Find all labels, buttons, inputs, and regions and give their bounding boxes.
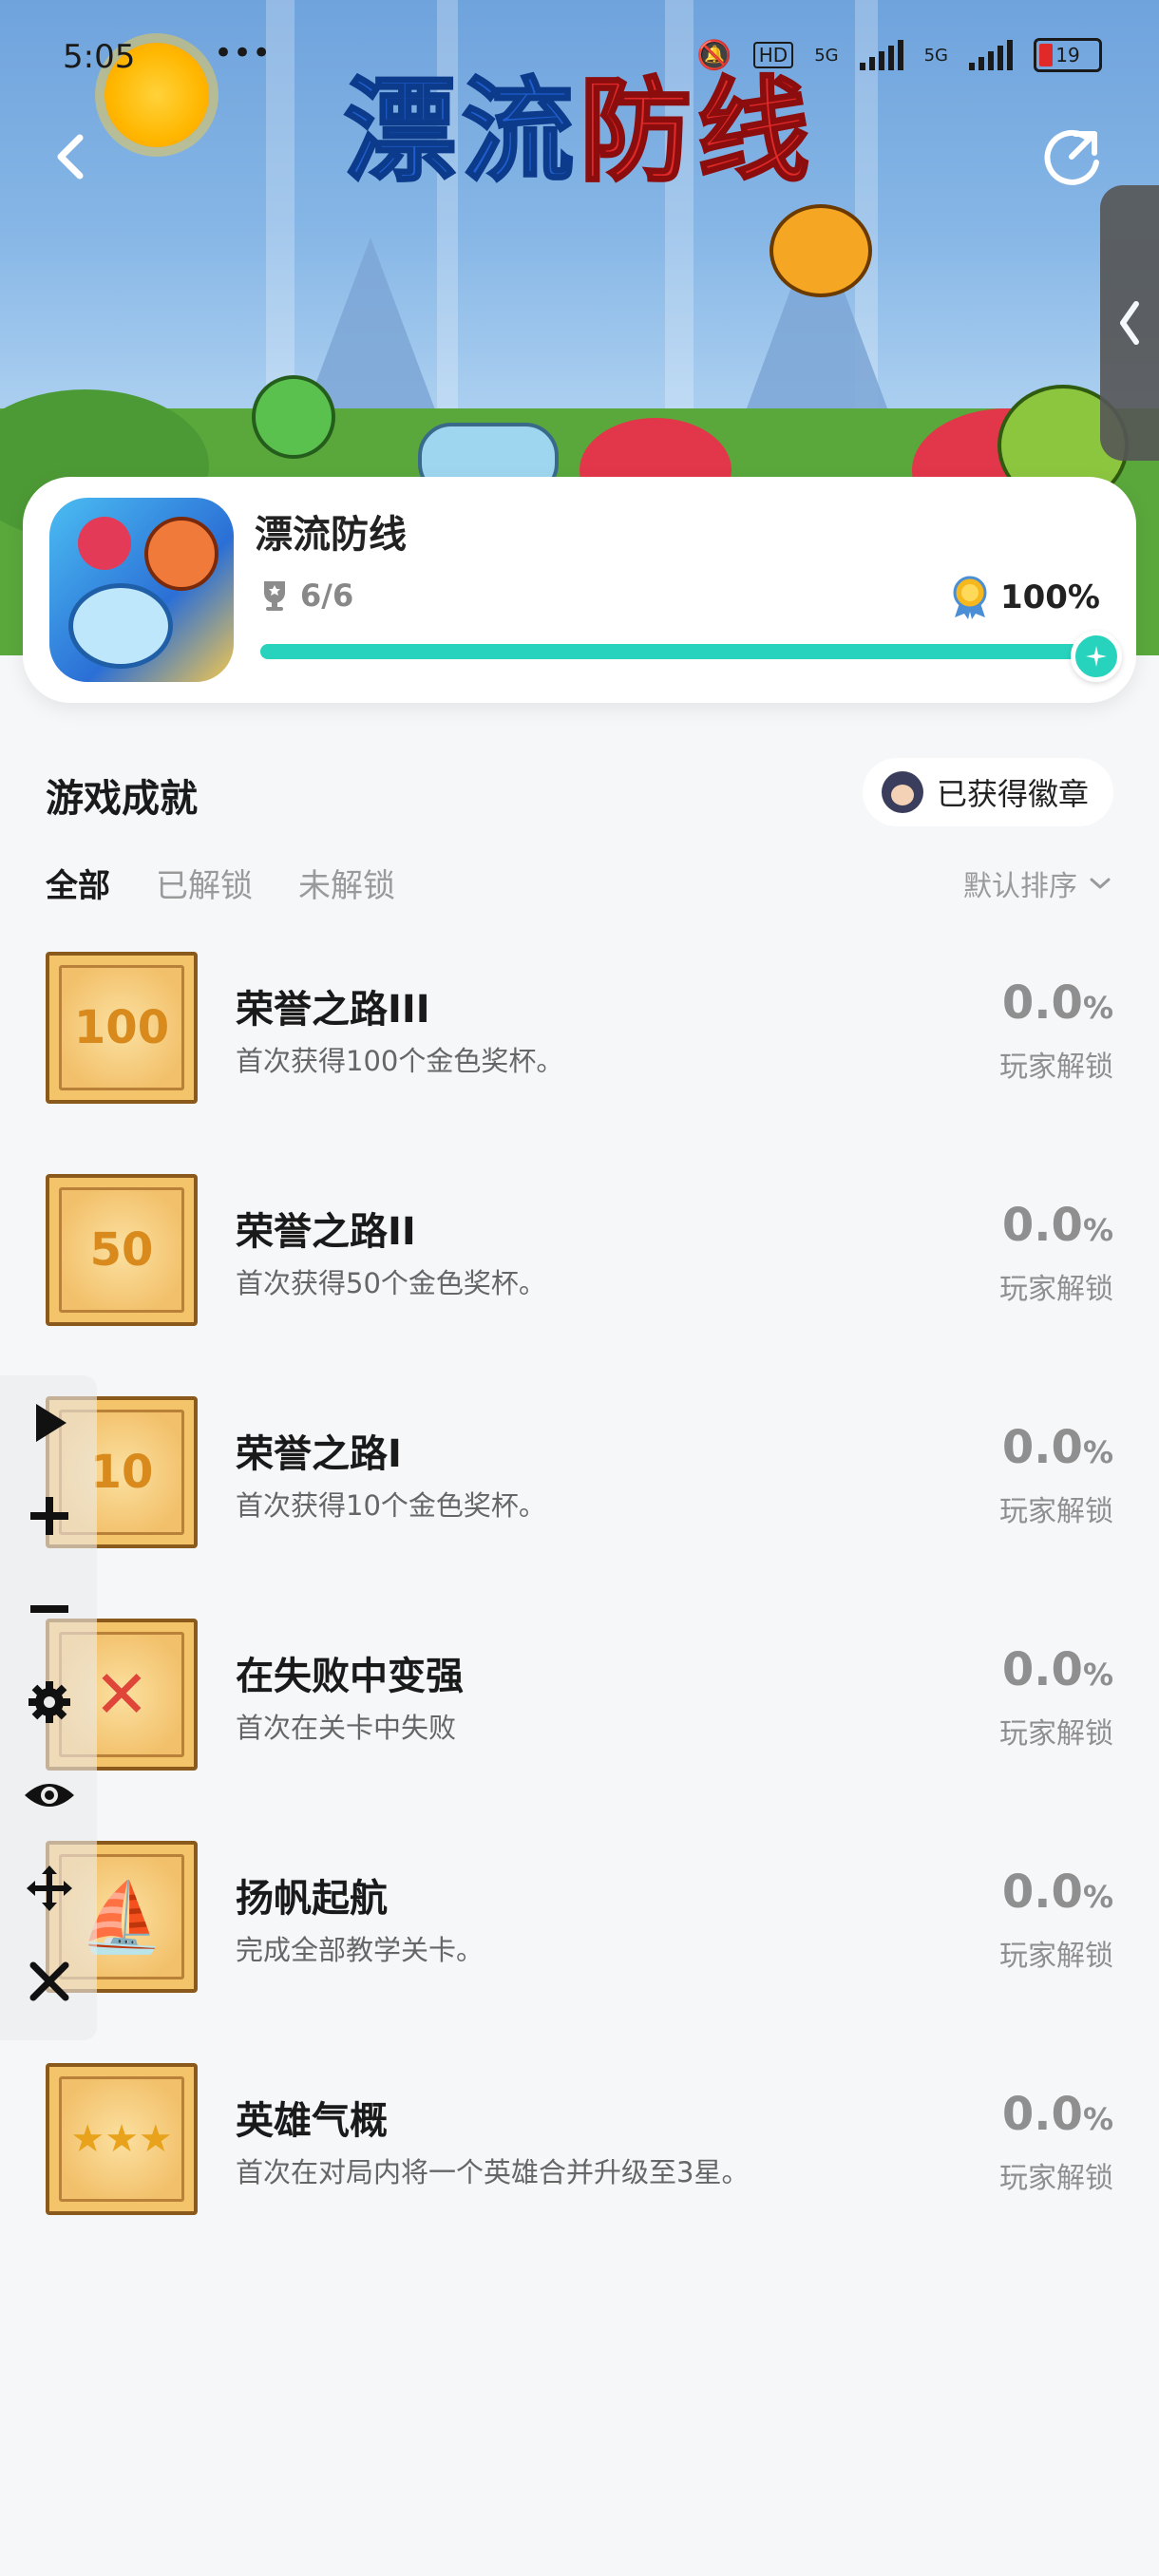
achievement-unlock-label: 玩家解锁: [999, 1051, 1113, 1084]
network-label-1: 5G: [814, 45, 839, 66]
zoom-in-button[interactable]: [21, 1487, 78, 1544]
move-button[interactable]: [21, 1860, 78, 1917]
minus-icon: [30, 1605, 68, 1613]
achievement-unlock-rate: 0.0%: [1001, 1866, 1113, 1919]
gear-icon: [28, 1681, 70, 1723]
achievement-item[interactable]: ★★★ 英雄气概 首次在对局内将一个英雄合并升级至3星。 0.0% 玩家解锁: [46, 2063, 1113, 2217]
achievement-filter-tabs: 全部 已解锁 未解锁: [46, 860, 395, 906]
trophy-100-icon: 100: [73, 1001, 170, 1054]
tab-unlocked[interactable]: 已解锁: [156, 860, 253, 906]
close-button[interactable]: [21, 1953, 78, 2010]
completion-value: 100%: [999, 578, 1100, 616]
achievement-title: 在失败中变强: [236, 1655, 464, 1698]
trophy-count-value: 6/6: [300, 578, 354, 614]
achievement-unlock-label: 玩家解锁: [999, 1495, 1113, 1528]
earned-badges-button[interactable]: 已获得徽章: [862, 758, 1113, 826]
achievement-item[interactable]: ⛵ 扬帆起航 完成全部教学关卡。 0.0% 玩家解锁: [46, 1841, 1113, 1995]
status-time: 5:05: [63, 38, 136, 76]
trophy-count: 6/6: [260, 578, 353, 614]
tab-locked[interactable]: 未解锁: [298, 860, 395, 906]
achievement-description: 完成全部教学关卡。: [236, 1934, 484, 1966]
eye-icon: [25, 1784, 74, 1807]
signal-icon: [969, 40, 1013, 70]
chevron-left-icon: [57, 134, 84, 180]
chevron-down-icon: [1090, 878, 1111, 889]
achievement-unlock-label: 玩家解锁: [999, 2162, 1113, 2195]
achievement-item[interactable]: 10 荣誉之路I 首次获得10个金色奖杯。 0.0% 玩家解锁: [46, 1396, 1113, 1550]
game-app-icon: [49, 498, 234, 682]
achievement-unlock-rate: 0.0%: [1001, 2088, 1113, 2141]
play-icon: [36, 1404, 66, 1442]
achievement-unlock-rate: 0.0%: [1001, 1199, 1113, 1252]
achievement-description: 首次在对局内将一个英雄合并升级至3星。: [236, 2156, 750, 2188]
achievement-badge-icon: 100: [46, 952, 198, 1104]
network-label-2: 5G: [923, 45, 948, 66]
move-icon: [27, 1866, 72, 1911]
signal-icon: [859, 40, 903, 70]
achievement-description: 首次获得100个金色奖杯。: [236, 1045, 564, 1077]
progress-fill: [260, 644, 1096, 659]
achievement-item[interactable]: ✕ 在失败中变强 首次在关卡中失败 0.0% 玩家解锁: [46, 1619, 1113, 1772]
completion-percentage: 100%: [951, 576, 1100, 619]
floating-toolbar: [0, 1375, 97, 2040]
achievement-title: 荣誉之路III: [236, 988, 430, 1032]
achievement-item[interactable]: 100 荣誉之路III 首次获得100个金色奖杯。 0.0% 玩家解锁: [46, 952, 1113, 1106]
play-button[interactable]: [21, 1394, 78, 1451]
status-bar: 5:05 ••• 🔕 HD 5G 5G 19: [0, 0, 1159, 104]
achievement-title: 荣誉之路II: [236, 1210, 416, 1254]
achievement-unlock-label: 玩家解锁: [999, 1940, 1113, 1973]
achievement-unlock-rate: 0.0%: [1001, 976, 1113, 1030]
cactus-hero-illustration: [252, 375, 335, 459]
bat-monster-illustration: [770, 204, 872, 297]
zoom-out-button[interactable]: [21, 1581, 78, 1638]
status-icons: 🔕 HD 5G 5G 19: [696, 38, 1102, 72]
achievement-unlock-rate: 0.0%: [1001, 1421, 1113, 1474]
section-title: 游戏成就: [46, 777, 198, 821]
achievement-badge-icon: ★★★: [46, 2063, 198, 2215]
trophy-50-icon: 50: [89, 1223, 154, 1277]
completion-progress-bar: [260, 631, 1122, 682]
share-button[interactable]: [1043, 128, 1102, 187]
achievement-description: 首次获得50个金色奖杯。: [236, 1267, 546, 1299]
plus-icon: [30, 1497, 68, 1535]
earned-badges-label: 已获得徽章: [936, 776, 1089, 812]
status-dots: •••: [214, 34, 272, 72]
side-panel-toggle[interactable]: [1100, 185, 1159, 461]
sort-label: 默认排序: [963, 870, 1077, 903]
game-title: 漂流防线: [255, 513, 407, 557]
battery-level: 19: [1055, 44, 1080, 66]
achievement-title: 英雄气概: [236, 2099, 388, 2143]
achievement-title: 荣誉之路I: [236, 1432, 402, 1476]
hd-icon: HD: [752, 42, 794, 68]
back-button[interactable]: [48, 128, 95, 185]
achievement-title: 扬帆起航: [236, 1877, 388, 1921]
achievement-description: 首次获得10个金色奖杯。: [236, 1489, 546, 1522]
mute-bell-icon: 🔕: [696, 38, 732, 72]
achievement-unlock-label: 玩家解锁: [999, 1717, 1113, 1751]
sparkle-icon: [1086, 646, 1107, 667]
achievement-unlock-label: 玩家解锁: [999, 1273, 1113, 1306]
settings-button[interactable]: [21, 1674, 78, 1731]
close-icon: [29, 1961, 69, 2001]
visibility-button[interactable]: [21, 1767, 78, 1824]
achievement-description: 首次在关卡中失败: [236, 1712, 457, 1744]
progress-knob: [1071, 631, 1122, 682]
share-icon: [1044, 129, 1099, 185]
achievement-badge-icon: 50: [46, 1174, 198, 1326]
avatar: [881, 771, 923, 813]
game-summary-card: 漂流防线 6/6 100%: [23, 477, 1136, 703]
three-star-trophy-icon: ★★★: [70, 2117, 173, 2161]
trophy-icon: [264, 581, 285, 611]
medal-icon: [953, 576, 987, 619]
achievement-item[interactable]: 50 荣誉之路II 首次获得50个金色奖杯。 0.0% 玩家解锁: [46, 1174, 1113, 1328]
achievement-unlock-rate: 0.0%: [1001, 1643, 1113, 1696]
tab-all[interactable]: 全部: [46, 860, 110, 906]
sort-dropdown[interactable]: 默认排序: [963, 862, 1112, 904]
battery-icon: 19: [1034, 38, 1102, 72]
chevron-left-icon: [1120, 301, 1139, 345]
